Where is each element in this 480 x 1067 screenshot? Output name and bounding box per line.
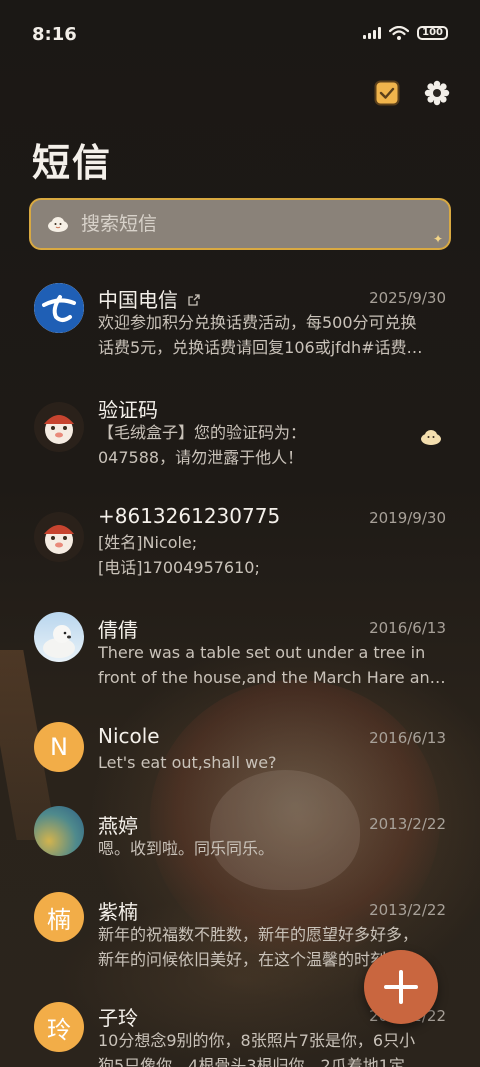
- preview-line: 新年的祝福数不胜数，新年的愿望好多好多，: [98, 925, 419, 944]
- message-date: 2016/6/13: [369, 729, 446, 747]
- wifi-icon: [389, 26, 410, 40]
- sender-name: Nicole: [98, 724, 160, 748]
- sparkle-icon: ✦: [432, 232, 443, 246]
- preview-line: front of the house,and the March Hare an…: [98, 668, 446, 687]
- status-time: 8:16: [32, 24, 77, 45]
- sender-name: 倩倩: [98, 618, 138, 642]
- message-date: 2019/9/30: [369, 509, 446, 527]
- message-date: 2016/6/13: [369, 619, 446, 637]
- sender-label: 中国电信: [98, 288, 178, 312]
- sender-name: 紫楠: [98, 900, 138, 924]
- avatar: 玲: [34, 1002, 84, 1052]
- settings-button[interactable]: [424, 80, 450, 106]
- status-icons: 100: [363, 26, 448, 40]
- preview-line: 狗5只像你，4根骨头3根归你，2爪着地1定…: [98, 1056, 421, 1067]
- message-date: 2013/2/22: [369, 901, 446, 919]
- sender-name: +8613261230775: [98, 504, 281, 528]
- lion-dance-avatar-icon: [34, 402, 84, 452]
- cloud-mascot-icon: [48, 217, 68, 232]
- status-bar: 8:16 100: [0, 0, 480, 68]
- ocean-photo-avatar: [34, 806, 84, 856]
- preview-line: There was a table set out under a tree i…: [98, 643, 426, 662]
- external-link-icon: [188, 294, 201, 306]
- message-preview: There was a table set out under a tree i…: [98, 640, 446, 690]
- message-preview: 【毛绒盒子】您的验证码为： 047588，请勿泄露于他人！: [98, 420, 446, 470]
- avatar: N: [34, 722, 84, 772]
- preview-line: 047588，请勿泄露于他人！: [98, 448, 304, 467]
- preview-line: 【毛绒盒子】您的验证码为：: [98, 423, 307, 442]
- preview-line: Let's eat out,shall we?: [98, 753, 277, 772]
- preview-line: 欢迎参加积分兑换话费活动，每500分可兑换: [98, 313, 417, 332]
- preview-line: 嗯。收到啦。同乐同乐。: [98, 839, 275, 858]
- avatar: 楠: [34, 892, 84, 942]
- message-preview: [姓名]Nicole; [电话]17004957610;: [98, 530, 446, 580]
- message-date: 2013/2/22: [369, 815, 446, 833]
- preview-line: 10分想念9别的你，8张照片7张是你，6只小: [98, 1031, 416, 1050]
- top-actions: [374, 80, 450, 106]
- list-item[interactable]: 验证码 【毛绒盒子】您的验证码为： 047588，请勿泄露于他人！: [0, 380, 480, 490]
- page-title: 短信: [32, 141, 113, 185]
- china-telecom-logo-icon: [34, 283, 84, 333]
- list-item[interactable]: 中国电信 2025/9/30 欢迎参加积分兑换话费活动，每500分可兑换 话费5…: [0, 270, 480, 380]
- compose-button[interactable]: [364, 950, 438, 1024]
- sender-name: 验证码: [98, 398, 158, 422]
- search-bar[interactable]: ✦: [29, 198, 451, 250]
- plus-icon: [384, 970, 418, 1004]
- search-input[interactable]: [81, 213, 324, 235]
- preview-line: 话费5元，兑换话费请回复106或jfdh#话费…: [98, 338, 423, 357]
- list-item[interactable]: 燕婷 2013/2/22 嗯。收到啦。同乐同乐。: [0, 796, 480, 882]
- list-item[interactable]: N Nicole 2016/6/13 Let's eat out,shall w…: [0, 710, 480, 796]
- battery-icon: 100: [417, 26, 448, 40]
- sender-name: 中国电信: [98, 284, 201, 313]
- gear-icon: [424, 80, 450, 106]
- message-date: 2025/9/30: [369, 289, 446, 307]
- signal-icon: [363, 27, 382, 39]
- message-preview: 嗯。收到啦。同乐同乐。: [98, 836, 446, 861]
- preview-line: [电话]17004957610;: [98, 558, 260, 577]
- list-item[interactable]: 倩倩 2016/6/13 There was a table set out u…: [0, 600, 480, 710]
- lion-dance-avatar-icon: [34, 512, 84, 562]
- preview-line: [姓名]Nicole;: [98, 533, 198, 552]
- sender-name: 燕婷: [98, 814, 138, 838]
- polar-bear-photo-avatar: [34, 612, 84, 662]
- check-badge-icon: [374, 80, 400, 106]
- list-item[interactable]: +8613261230775 2019/9/30 [姓名]Nicole; [电话…: [0, 490, 480, 600]
- sender-name: 子玲: [98, 1006, 138, 1030]
- message-preview: 10分想念9别的你，8张照片7张是你，6只小 狗5只像你，4根骨头3根归你，2爪…: [98, 1028, 446, 1067]
- message-preview: 欢迎参加积分兑换话费活动，每500分可兑换 话费5元，兑换话费请回复106或jf…: [98, 310, 446, 360]
- message-preview: Let's eat out,shall we?: [98, 750, 446, 775]
- mark-read-button[interactable]: [374, 80, 400, 106]
